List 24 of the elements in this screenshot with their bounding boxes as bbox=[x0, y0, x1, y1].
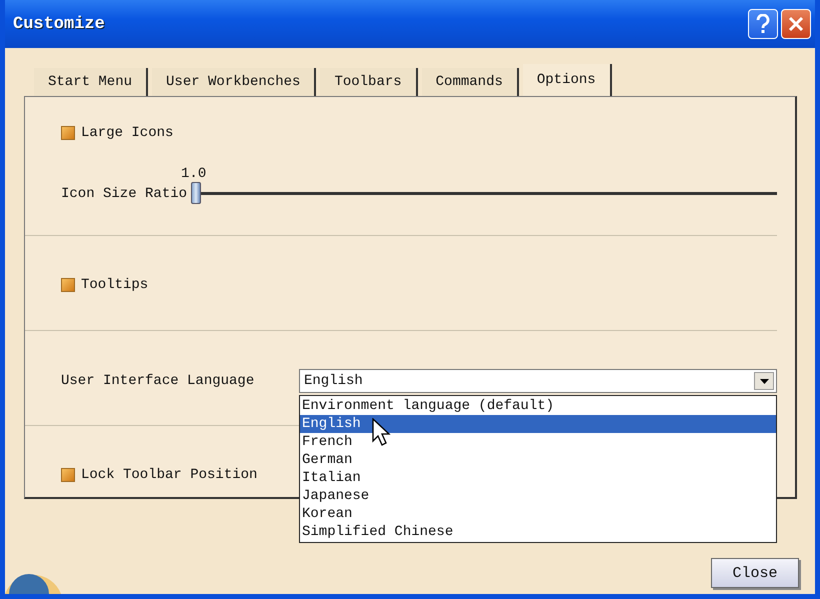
slider-label: Icon Size Ratio bbox=[61, 186, 188, 204]
checkbox-label: Tooltips bbox=[81, 277, 148, 293]
close-icon bbox=[788, 16, 804, 32]
tab[interactable]: User Workbenches bbox=[152, 68, 316, 96]
window-title: Customize bbox=[13, 14, 105, 34]
slider-reading: 1.0 bbox=[181, 166, 206, 182]
close-dialog-button[interactable]: Close bbox=[711, 558, 799, 588]
tab[interactable]: Toolbars bbox=[320, 68, 418, 96]
tab[interactable]: Options bbox=[522, 64, 612, 96]
dropdown-label: User Interface Language bbox=[61, 373, 256, 389]
checkbox[interactable] bbox=[61, 278, 75, 292]
tab[interactable]: Start Menu bbox=[34, 68, 148, 96]
icon-size-slider[interactable] bbox=[191, 182, 777, 204]
question-mark-icon bbox=[756, 14, 770, 34]
language-dropdown[interactable]: English bbox=[299, 369, 777, 393]
slider-thumb[interactable] bbox=[191, 182, 202, 204]
tab[interactable]: Commands bbox=[422, 68, 519, 96]
close-button[interactable] bbox=[781, 9, 811, 39]
checkbox-label: Large Icons bbox=[81, 125, 174, 141]
checkbox[interactable] bbox=[61, 126, 75, 140]
checkbox-label: Lock Toolbar Position bbox=[81, 467, 258, 483]
help-button[interactable] bbox=[748, 9, 778, 39]
dropdown-option[interactable]: English bbox=[300, 415, 776, 433]
checkbox[interactable] bbox=[61, 468, 75, 482]
